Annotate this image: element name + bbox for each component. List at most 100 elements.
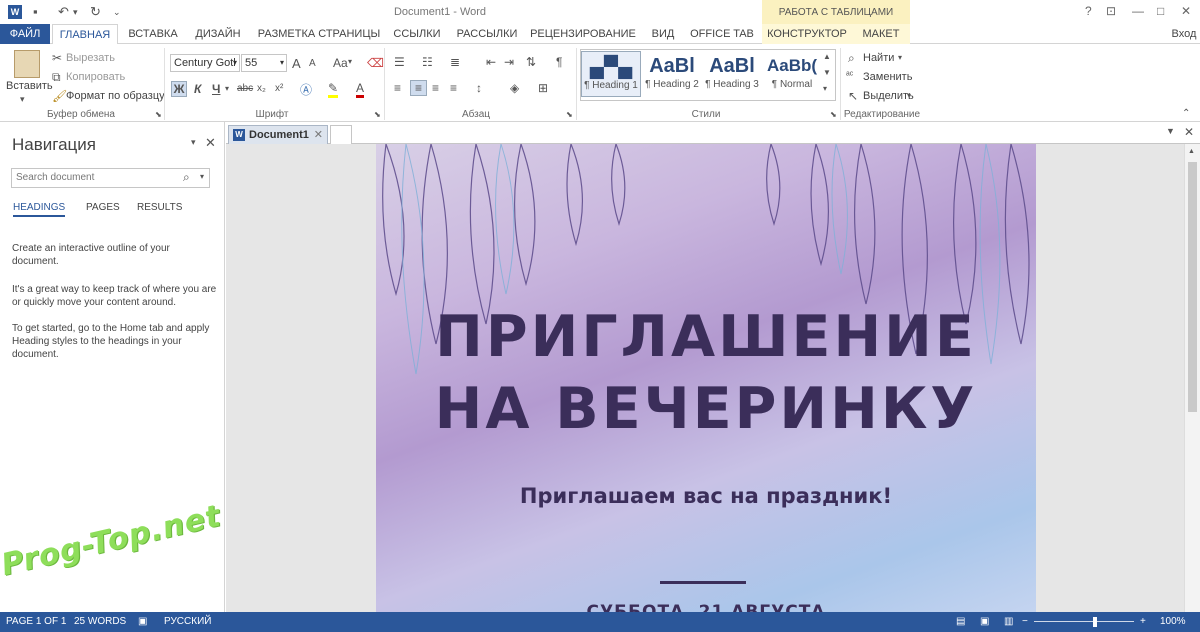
style-normal[interactable]: AaBb( ¶ Normal	[762, 51, 822, 97]
font-launcher-icon[interactable]: ⬊	[374, 110, 381, 119]
nav-close-icon[interactable]: ✕	[205, 135, 216, 151]
show-marks-icon[interactable]: ¶	[556, 55, 562, 69]
zoom-in-icon[interactable]: +	[1140, 616, 1146, 627]
text-effects-icon[interactable]: Ⓐ	[300, 81, 312, 98]
style-heading-3[interactable]: AaBl ¶ Heading 3	[702, 51, 762, 97]
cut-icon[interactable]: ✂	[52, 51, 62, 65]
close-icon[interactable]: ✕	[1181, 4, 1191, 18]
align-right-icon[interactable]: ≡	[432, 81, 439, 95]
style-heading-1[interactable]: ▄▀▄ ¶ Heading 1	[581, 51, 641, 97]
word-count[interactable]: 25 WORDS	[74, 616, 126, 627]
find-button[interactable]: Найти	[863, 52, 894, 64]
minimize-icon[interactable]: —	[1132, 4, 1144, 18]
strikethrough-button[interactable]: abc	[237, 83, 253, 94]
select-icon[interactable]: ↖	[848, 89, 858, 103]
italic-button[interactable]: К	[194, 82, 201, 96]
replace-icon[interactable]: ᵃᶜ	[846, 70, 853, 81]
scroll-up-icon[interactable]: ▲	[1188, 148, 1195, 155]
increase-indent-icon[interactable]: ⇥	[504, 55, 514, 69]
search-icon[interactable]: ⌕	[183, 170, 190, 185]
shrink-font-icon[interactable]: A	[309, 58, 316, 69]
nav-options-icon[interactable]: ▾	[191, 137, 196, 148]
close-tab-icon[interactable]: ✕	[314, 126, 323, 144]
bold-button[interactable]: Ж	[171, 81, 187, 97]
styles-more-icon[interactable]: ▾	[823, 84, 827, 93]
line-spacing-icon[interactable]: ↕	[476, 81, 482, 95]
search-input[interactable]: Search document	[11, 168, 210, 188]
paste-button[interactable]: Вставить	[6, 80, 53, 92]
print-layout-icon[interactable]: ▣	[980, 616, 989, 627]
tab-office-tab[interactable]: OFFICE TAB	[688, 24, 756, 44]
copy-button[interactable]: Копировать	[66, 71, 125, 83]
styles-scroll-down-icon[interactable]: ▼	[823, 68, 831, 77]
copy-icon[interactable]: ⧉	[52, 70, 61, 85]
tab-view[interactable]: ВИД	[644, 24, 682, 44]
read-mode-icon[interactable]: ▤	[956, 616, 965, 627]
tab-references[interactable]: ССЫЛКИ	[388, 24, 446, 44]
change-case-icon[interactable]: Aa	[333, 56, 348, 70]
cut-button[interactable]: Вырезать	[66, 52, 115, 64]
tab-home[interactable]: ГЛАВНАЯ	[52, 24, 118, 45]
language-indicator[interactable]: РУССКИЙ	[164, 616, 211, 627]
shading-icon[interactable]: ◈	[510, 81, 519, 95]
find-icon[interactable]: ⌕	[848, 51, 855, 66]
vertical-scrollbar[interactable]: ▲	[1184, 144, 1200, 612]
decrease-indent-icon[interactable]: ⇤	[486, 55, 496, 69]
styles-launcher-icon[interactable]: ⬊	[830, 110, 837, 119]
chevron-down-icon[interactable]: ▾	[898, 53, 902, 62]
new-tab-button[interactable]	[330, 125, 352, 144]
sort-icon[interactable]: ⇅	[526, 55, 536, 69]
chevron-down-icon[interactable]: ▾	[348, 57, 352, 66]
borders-icon[interactable]: ⊞	[538, 81, 548, 95]
zoom-level[interactable]: 100%	[1160, 616, 1186, 627]
tab-pages[interactable]: PAGES	[86, 202, 120, 213]
numbering-icon[interactable]: ☷	[422, 55, 433, 69]
format-painter-icon[interactable]: 🖌	[52, 89, 67, 103]
bullets-icon[interactable]: ☰	[394, 55, 405, 69]
tab-constructor[interactable]: КОНСТРУКТОР	[762, 24, 852, 44]
tab-list-icon[interactable]: ▼	[1166, 126, 1175, 136]
format-painter-button[interactable]: Формат по образцу	[66, 90, 165, 102]
paragraph-launcher-icon[interactable]: ⬊	[566, 110, 573, 119]
multilevel-list-icon[interactable]: ≣	[450, 55, 460, 69]
justify-icon[interactable]: ≡	[450, 81, 457, 95]
tab-headings[interactable]: HEADINGS	[13, 202, 66, 217]
tab-design[interactable]: ДИЗАЙН	[190, 24, 246, 44]
paste-dropdown-icon[interactable]: ▾	[20, 94, 25, 105]
proofing-icon[interactable]: ▣	[138, 616, 147, 627]
tab-insert[interactable]: ВСТАВКА	[124, 24, 182, 44]
tab-review[interactable]: РЕЦЕНЗИРОВАНИЕ	[530, 24, 636, 44]
signin-link[interactable]: Вход	[1168, 24, 1200, 44]
close-document-icon[interactable]: ✕	[1184, 125, 1194, 139]
font-size-combo[interactable]: 55 ▾	[241, 54, 287, 72]
align-center-icon[interactable]: ≡	[410, 80, 427, 96]
underline-button[interactable]: Ч	[212, 82, 220, 96]
help-icon[interactable]: ?	[1085, 4, 1092, 18]
zoom-out-icon[interactable]: −	[1022, 616, 1028, 627]
chevron-down-icon[interactable]: ▾	[225, 84, 229, 93]
zoom-slider-thumb[interactable]	[1093, 617, 1097, 627]
styles-scroll-up-icon[interactable]: ▲	[823, 52, 831, 61]
tab-layout[interactable]: РАЗМЕТКА СТРАНИЦЫ	[256, 24, 382, 44]
tab-mailings[interactable]: РАССЫЛКИ	[452, 24, 522, 44]
search-dropdown-icon[interactable]: ▾	[200, 172, 204, 181]
tab-layout-table[interactable]: МАКЕТ	[852, 24, 910, 44]
ribbon-display-icon[interactable]: ⊡	[1106, 4, 1116, 18]
tab-results[interactable]: RESULTS	[137, 202, 182, 213]
subscript-button[interactable]: x₂	[257, 83, 266, 94]
replace-button[interactable]: Заменить	[863, 71, 912, 83]
superscript-button[interactable]: x²	[275, 83, 283, 94]
clear-formatting-icon[interactable]: ⌫	[367, 56, 384, 70]
zoom-slider[interactable]	[1034, 621, 1134, 622]
style-heading-2[interactable]: AaBl ¶ Heading 2	[642, 51, 702, 97]
document-page[interactable]: ПРИГЛАШЕНИЕ НА ВЕЧЕРИНКУ Приглашаем вас …	[376, 144, 1036, 612]
tab-file[interactable]: ФАЙЛ	[0, 24, 50, 44]
font-color-icon[interactable]: A	[356, 81, 365, 98]
document-tab[interactable]: W Document1 ✕	[228, 125, 328, 144]
grow-font-icon[interactable]: A	[292, 56, 301, 71]
web-layout-icon[interactable]: ▥	[1004, 616, 1013, 627]
page-count[interactable]: PAGE 1 OF 1	[6, 616, 66, 627]
highlight-icon[interactable]: ✎	[328, 81, 339, 98]
font-name-combo[interactable]: Century Gotl ▾	[170, 54, 240, 72]
paste-icon[interactable]	[14, 50, 40, 78]
